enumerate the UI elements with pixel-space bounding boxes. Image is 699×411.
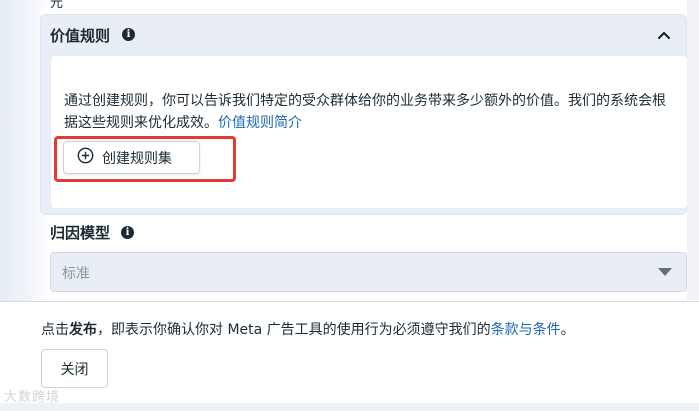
plus-circle-icon [77,147,94,168]
value-rules-description: 通过创建规则，你可以告诉我们特定的受众群体给你的业务带来多少额外的价值。我们的系… [64,93,666,131]
info-icon[interactable]: i [122,28,135,41]
truncated-text: 元 [50,0,64,11]
watermark: 大数跨境 [4,390,61,405]
value-rules-card: 价值规则 i 通过创建规则，你可以告诉我们特定的受众群体给你的业务带来多少额外的… [40,14,687,215]
create-rule-set-label: 创建规则集 [102,150,172,167]
create-rule-set-button[interactable]: 创建规则集 [63,141,200,174]
settings-panel: 元 价值规则 i 通过创建规则，你可以告诉我们特定的受众群体给你的业务带来多少额… [0,0,699,411]
close-button[interactable]: 关闭 [41,349,108,388]
dialog-footer: 点击发布，即表示你确认你对 Meta 广告工具的使用行为必须遵守我们的条款与条件… [0,301,699,411]
value-rules-header[interactable]: 价值规则 i [41,15,686,55]
bottom-strip [0,403,699,411]
attribution-model-title: 归因模型 [50,224,111,242]
chevron-up-icon[interactable] [656,27,672,43]
scroll-gutter [687,0,699,300]
caret-down-icon [658,268,672,276]
publish-terms-notice: 点击发布，即表示你确认你对 Meta 广告工具的使用行为必须遵守我们的条款与条件… [41,322,575,338]
value-rules-intro-link[interactable]: 价值规则简介 [218,115,302,131]
attribution-model-select[interactable]: 标准 [50,252,687,292]
terms-link[interactable]: 条款与条件 [491,322,561,338]
value-rules-body: 通过创建规则，你可以告诉我们特定的受众群体给你的业务带来多少额外的价值。我们的系… [51,56,687,208]
attribution-model-value: 标准 [62,266,90,282]
value-rules-title: 价值规则 [50,27,111,45]
info-icon[interactable]: i [121,226,134,239]
